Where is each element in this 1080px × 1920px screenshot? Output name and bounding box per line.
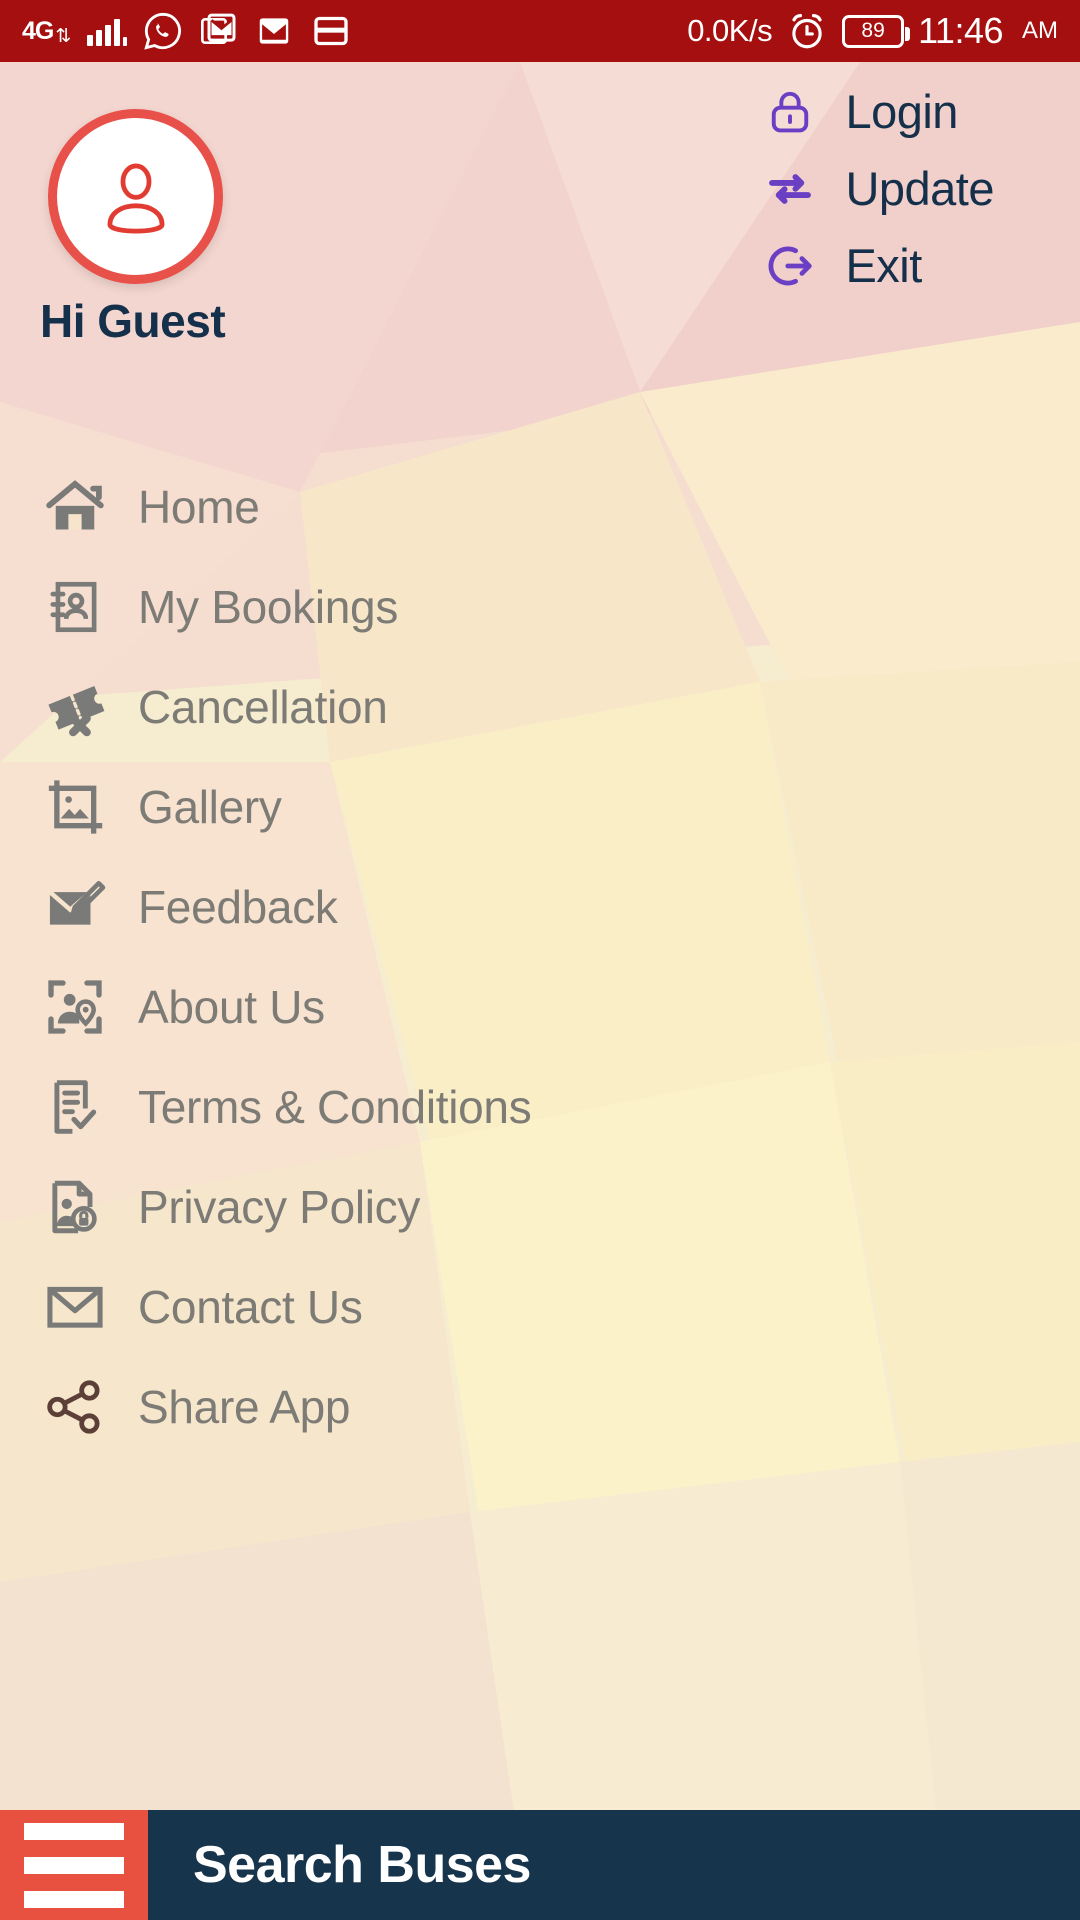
menu-label-cancellation: Cancellation xyxy=(138,681,388,733)
menu-item-terms-conditions[interactable]: Terms & Conditions xyxy=(0,1057,1080,1157)
account-actions: Login Update Exit xyxy=(763,84,994,293)
app-title-bar: Search Buses xyxy=(148,1810,1080,1920)
network-type-indicator: 4G ⇅ xyxy=(22,16,72,47)
image-crop-icon xyxy=(36,775,114,839)
menu-label-contact-us: Contact Us xyxy=(138,1281,363,1333)
logout-icon xyxy=(763,239,817,293)
envelope-outline-icon xyxy=(36,1275,114,1339)
menu-item-share-app[interactable]: Share App xyxy=(0,1357,1080,1457)
person-location-frame-icon xyxy=(36,975,114,1039)
menu-label-home: Home xyxy=(138,481,260,533)
bottom-bar: Search Buses xyxy=(0,1810,1080,1920)
menu-item-gallery[interactable]: Gallery xyxy=(0,757,1080,857)
card-icon xyxy=(314,16,348,46)
login-button[interactable]: Login xyxy=(763,84,994,139)
up-down-arrows-icon: ⇅ xyxy=(55,25,72,47)
data-speed-label: 0.0K/s xyxy=(687,13,773,48)
document-check-icon xyxy=(36,1076,114,1138)
signal-bars-icon xyxy=(87,16,128,46)
login-label: Login xyxy=(845,85,958,138)
menu-label-feedback: Feedback xyxy=(138,881,338,933)
menu-label-gallery: Gallery xyxy=(138,781,282,833)
exit-label: Exit xyxy=(845,239,922,292)
network-type-label: 4G xyxy=(22,16,54,45)
home-icon xyxy=(36,474,114,540)
menu-item-home[interactable]: Home xyxy=(0,457,1080,557)
menu-label-about-us: About Us xyxy=(138,981,325,1033)
status-bar: 4G ⇅ 0.0K/s 89 11:46 AM xyxy=(0,0,1080,62)
menu-item-privacy-policy[interactable]: Privacy Policy xyxy=(0,1157,1080,1257)
menu-item-feedback[interactable]: Feedback xyxy=(0,857,1080,957)
menu-label-my-bookings: My Bookings xyxy=(138,581,399,633)
avatar[interactable] xyxy=(48,109,223,284)
envelope-pencil-icon xyxy=(36,875,114,939)
gmail-icon xyxy=(201,13,236,44)
drawer-menu: Home My Bookings Cancellation Gallery Fe… xyxy=(0,457,1080,1457)
gmail-icon xyxy=(260,18,289,44)
menu-item-my-bookings[interactable]: My Bookings xyxy=(0,557,1080,657)
menu-label-privacy-policy: Privacy Policy xyxy=(138,1181,421,1233)
user-avatar-icon xyxy=(107,163,164,234)
exit-button[interactable]: Exit xyxy=(763,238,994,293)
status-bar-right: 0.0K/s 89 11:46 AM xyxy=(687,10,1058,52)
update-button[interactable]: Update xyxy=(763,161,994,216)
whatsapp-icon xyxy=(144,12,182,50)
drawer-header: Hi Guest Login Update Exit xyxy=(0,62,1080,442)
clock-meridiem: AM xyxy=(1022,17,1058,44)
document-person-lock-icon xyxy=(36,1176,114,1238)
contact-book-icon xyxy=(36,576,114,638)
menu-item-contact-us[interactable]: Contact Us xyxy=(0,1257,1080,1357)
menu-item-cancellation[interactable]: Cancellation xyxy=(0,657,1080,757)
ticket-cancel-icon xyxy=(36,674,114,740)
page-title: Search Buses xyxy=(193,1836,531,1894)
battery-level-label: 89 xyxy=(861,19,885,42)
swap-arrows-icon xyxy=(763,162,817,216)
navigation-drawer: Hi Guest Login Update Exit Home My Booki… xyxy=(0,62,1080,1852)
update-label: Update xyxy=(845,162,994,215)
menu-label-terms-conditions: Terms & Conditions xyxy=(138,1081,532,1133)
menu-label-share-app: Share App xyxy=(138,1381,351,1433)
menu-item-about-us[interactable]: About Us xyxy=(0,957,1080,1057)
share-nodes-icon xyxy=(36,1375,114,1439)
greeting-text: Hi Guest xyxy=(40,295,226,347)
lock-icon xyxy=(763,86,817,138)
clock-time: 11:46 xyxy=(918,10,1003,51)
alarm-clock-icon xyxy=(792,13,822,49)
battery-indicator: 89 xyxy=(842,14,911,48)
status-bar-left: 4G ⇅ xyxy=(22,11,353,51)
hamburger-menu-icon[interactable] xyxy=(0,1810,148,1920)
